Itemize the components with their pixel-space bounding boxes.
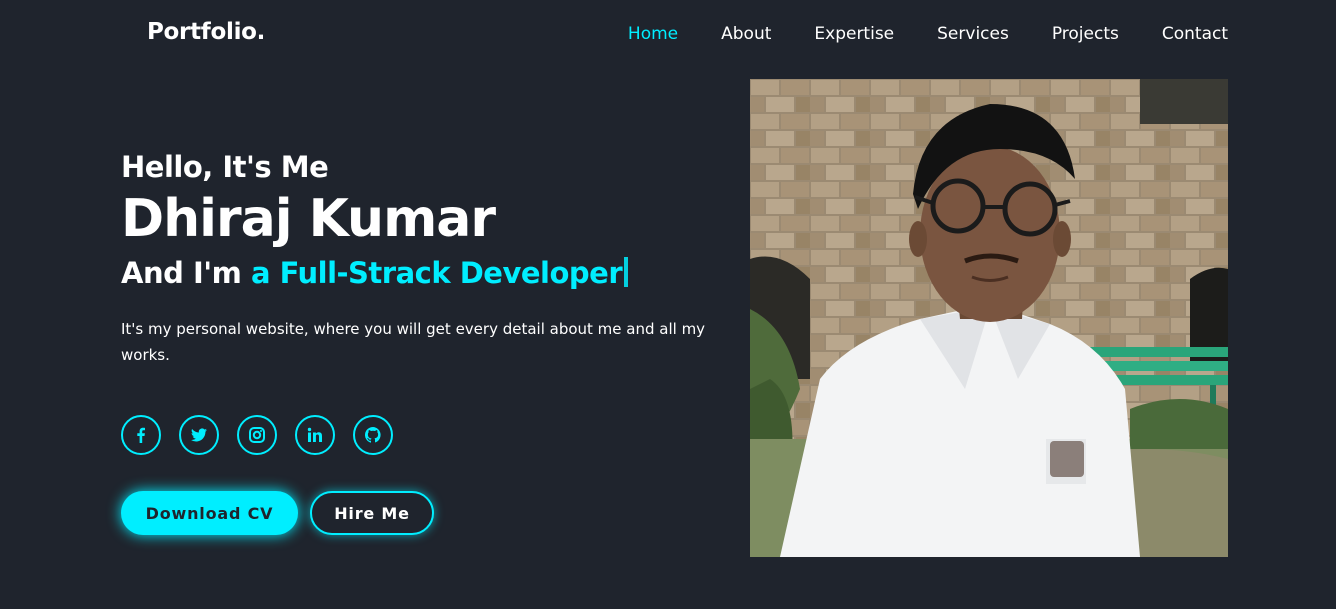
twitter-icon[interactable] bbox=[179, 415, 219, 455]
nav-home[interactable]: Home bbox=[628, 24, 678, 44]
profile-photo bbox=[750, 79, 1228, 557]
nav-projects[interactable]: Projects bbox=[1052, 24, 1119, 44]
linkedin-icon[interactable] bbox=[295, 415, 335, 455]
nav-contact[interactable]: Contact bbox=[1162, 24, 1228, 44]
facebook-icon[interactable] bbox=[121, 415, 161, 455]
hero-greeting: Hello, It's Me bbox=[121, 150, 329, 184]
site-logo[interactable]: Portfolio. bbox=[147, 19, 265, 45]
hero-role: And I'm a Full-Strack Developer bbox=[121, 256, 751, 290]
role-prefix: And I'm bbox=[121, 256, 242, 290]
social-links bbox=[121, 415, 411, 455]
nav-about[interactable]: About bbox=[721, 24, 771, 44]
nav-expertise[interactable]: Expertise bbox=[814, 24, 894, 44]
hero-actions: Download CV Hire Me bbox=[121, 491, 434, 535]
nav-services[interactable]: Services bbox=[937, 24, 1009, 44]
hero-content: Hello, It's Me Dhiraj Kumar And I'm a Fu… bbox=[121, 150, 751, 368]
role-highlight: a Full-Strack Developer bbox=[250, 256, 623, 290]
instagram-icon[interactable] bbox=[237, 415, 277, 455]
hero-name: Dhiraj Kumar bbox=[121, 189, 496, 249]
typing-cursor bbox=[624, 257, 629, 287]
main-nav: Home About Expertise Services Projects C… bbox=[585, 24, 1228, 44]
profile-photo-illustration bbox=[750, 79, 1228, 557]
download-cv-button[interactable]: Download CV bbox=[121, 491, 298, 535]
hire-me-button[interactable]: Hire Me bbox=[310, 491, 434, 535]
github-icon[interactable] bbox=[353, 415, 393, 455]
hero-description: It's my personal website, where you will… bbox=[121, 320, 706, 364]
